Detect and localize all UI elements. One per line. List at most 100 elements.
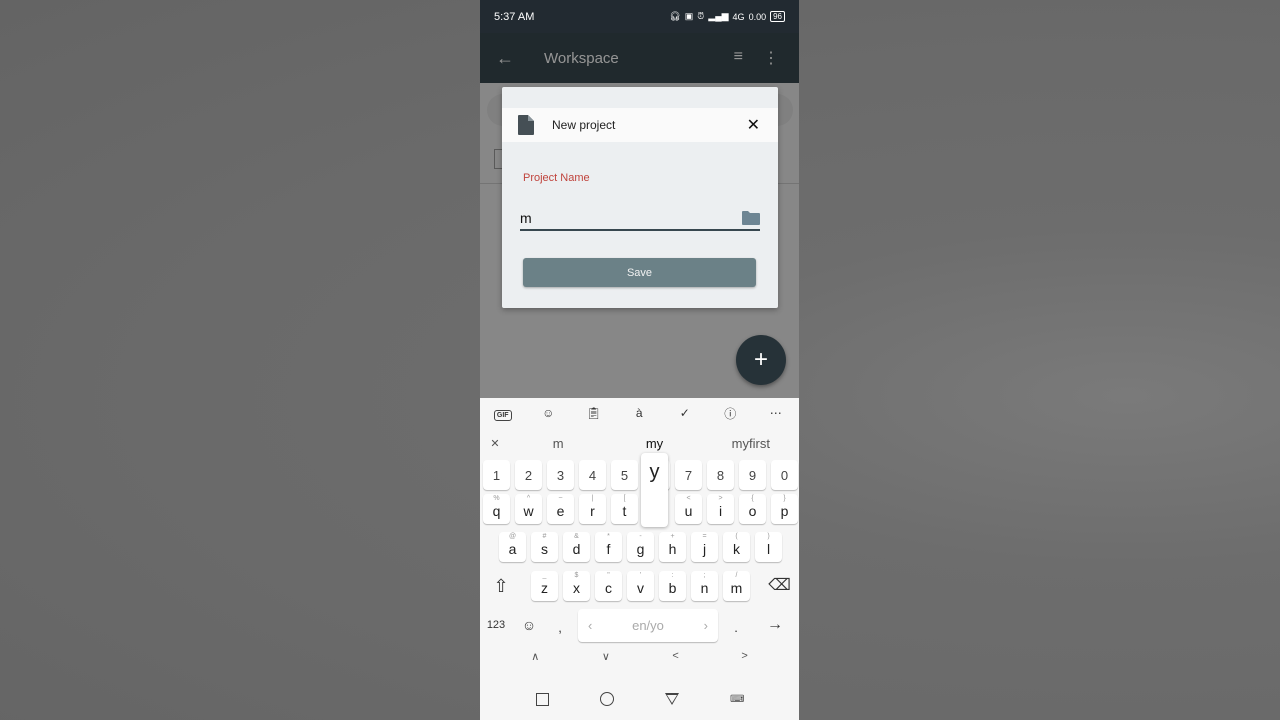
enter-arrow-icon[interactable]: → (760, 610, 790, 640)
key-x[interactable]: $ x (563, 571, 590, 601)
translate-icon[interactable]: à (617, 406, 663, 420)
home-icon[interactable] (599, 692, 614, 706)
emoji-icon[interactable]: ☺ (516, 610, 542, 640)
key-g[interactable]: -g (627, 532, 654, 562)
key-label: f (606, 541, 611, 557)
cursor-down-icon[interactable]: ∨ (602, 650, 610, 670)
key-label: 0 (780, 468, 789, 483)
cursor-right-icon[interactable]: > (741, 650, 747, 670)
key-k[interactable]: (k (723, 532, 750, 562)
back-triangle-icon[interactable] (664, 693, 679, 705)
numbers-key[interactable]: 123 (482, 610, 510, 640)
key-symbol: - (639, 533, 642, 540)
key-s[interactable]: # s (531, 532, 558, 562)
more-horiz-icon[interactable]: ⋯ (753, 406, 799, 420)
key-symbol: | (591, 495, 594, 502)
key-0[interactable]: 0 (771, 460, 798, 490)
key-label: e (556, 503, 565, 519)
key-o[interactable]: {o (739, 494, 766, 524)
key-q[interactable]: % q (483, 494, 510, 524)
key-5[interactable]: 5 (611, 460, 638, 490)
key-p[interactable]: } p (771, 494, 798, 524)
key-symbol: ' (639, 572, 642, 579)
key-n[interactable]: ; n (691, 571, 718, 601)
gif-icon[interactable]: GIF (480, 406, 526, 421)
key-label: j (702, 541, 707, 557)
folder-icon[interactable] (742, 211, 760, 225)
sticker-icon[interactable]: ☺ (526, 406, 572, 420)
key-3[interactable]: 3 (547, 460, 574, 490)
key-label: i (718, 503, 723, 519)
spellcheck-icon[interactable]: ✓ (662, 406, 708, 420)
key-label: 8 (716, 468, 725, 483)
project-name-input[interactable] (520, 210, 730, 226)
keyboard-switch-icon[interactable]: ⌨ (730, 694, 744, 705)
recents-icon[interactable] (535, 692, 549, 706)
key-label: l (766, 541, 771, 557)
key-j[interactable]: = j (691, 532, 718, 562)
cast-icon: ▣ (684, 11, 694, 21)
collapse-icon[interactable]: ✕ (480, 437, 510, 450)
close-icon[interactable]: ✕ (747, 115, 760, 135)
period-key[interactable]: . (726, 610, 746, 640)
key-v[interactable]: ' v (627, 571, 654, 601)
key-b[interactable]: :b (659, 571, 686, 601)
cursor-left-icon[interactable]: < (672, 650, 678, 670)
key-t[interactable]: [t (611, 494, 638, 524)
info-icon[interactable]: ⓘ (708, 405, 754, 422)
key-8[interactable]: 8 (707, 460, 734, 490)
add-project-fab[interactable]: + (736, 335, 786, 385)
key-symbol: _ (542, 572, 547, 579)
key-label: q (492, 503, 501, 519)
key-m[interactable]: / m (723, 571, 750, 601)
key-label: c (605, 580, 612, 596)
key-2[interactable]: 2 (515, 460, 542, 490)
key-f[interactable]: * f (595, 532, 622, 562)
suggestion-item[interactable]: myfirst (703, 436, 799, 451)
key-symbol: [ (623, 495, 626, 502)
key-r[interactable]: | r (579, 494, 606, 524)
key-c[interactable]: " c (595, 571, 622, 601)
key-1[interactable]: 1 (483, 460, 510, 490)
space-bar[interactable]: ‹ en/yo › (578, 609, 718, 642)
chevron-right-icon: › (703, 618, 708, 633)
key-label: b (668, 580, 677, 596)
backspace-key[interactable]: ⌫ (762, 571, 797, 601)
key-7[interactable]: 7 (675, 460, 702, 490)
key-symbol: $ (574, 572, 579, 579)
suggestion-item[interactable]: my (606, 436, 702, 451)
key-y[interactable]: y (641, 453, 668, 527)
key-label: o (748, 503, 757, 519)
key-symbol: @ (508, 533, 517, 540)
shift-key[interactable]: ⇧ (482, 571, 520, 601)
key-symbol: < (686, 495, 691, 502)
key-4[interactable]: 4 (579, 460, 606, 490)
key-l[interactable]: ) l (755, 532, 782, 562)
key-symbol: % (493, 495, 500, 502)
suggestion-item[interactable]: m (510, 436, 606, 451)
comma-key[interactable]: , (548, 610, 572, 640)
key-symbol: ; (703, 572, 706, 579)
key-e[interactable]: ~ e (547, 494, 574, 524)
key-w[interactable]: ^ w (515, 494, 542, 524)
save-button[interactable]: Save (523, 258, 756, 287)
key-i[interactable]: > i (707, 494, 734, 524)
new-project-dialog: New project ✕ Project Name Save (502, 87, 778, 308)
key-d[interactable]: & d (563, 532, 590, 562)
project-name-field[interactable] (520, 207, 760, 231)
key-u[interactable]: < u (675, 494, 702, 524)
key-symbol: " (607, 572, 610, 579)
key-h[interactable]: + h (659, 532, 686, 562)
status-time: 5:37 AM (494, 10, 535, 23)
suggestion-strip: ✕ m my myfirst (480, 430, 799, 456)
key-a[interactable]: @ a (499, 532, 526, 562)
key-label: 9 (748, 468, 757, 483)
clipboard-icon[interactable]: 📋︎ (571, 406, 617, 420)
key-label: k (733, 541, 740, 557)
cursor-up-icon[interactable]: ∧ (531, 650, 539, 670)
key-symbol: : (671, 572, 674, 579)
key-9[interactable]: 9 (739, 460, 766, 490)
key-symbol: ( (735, 533, 738, 540)
key-z[interactable]: _ z (531, 571, 558, 601)
key-label: t (622, 503, 627, 519)
